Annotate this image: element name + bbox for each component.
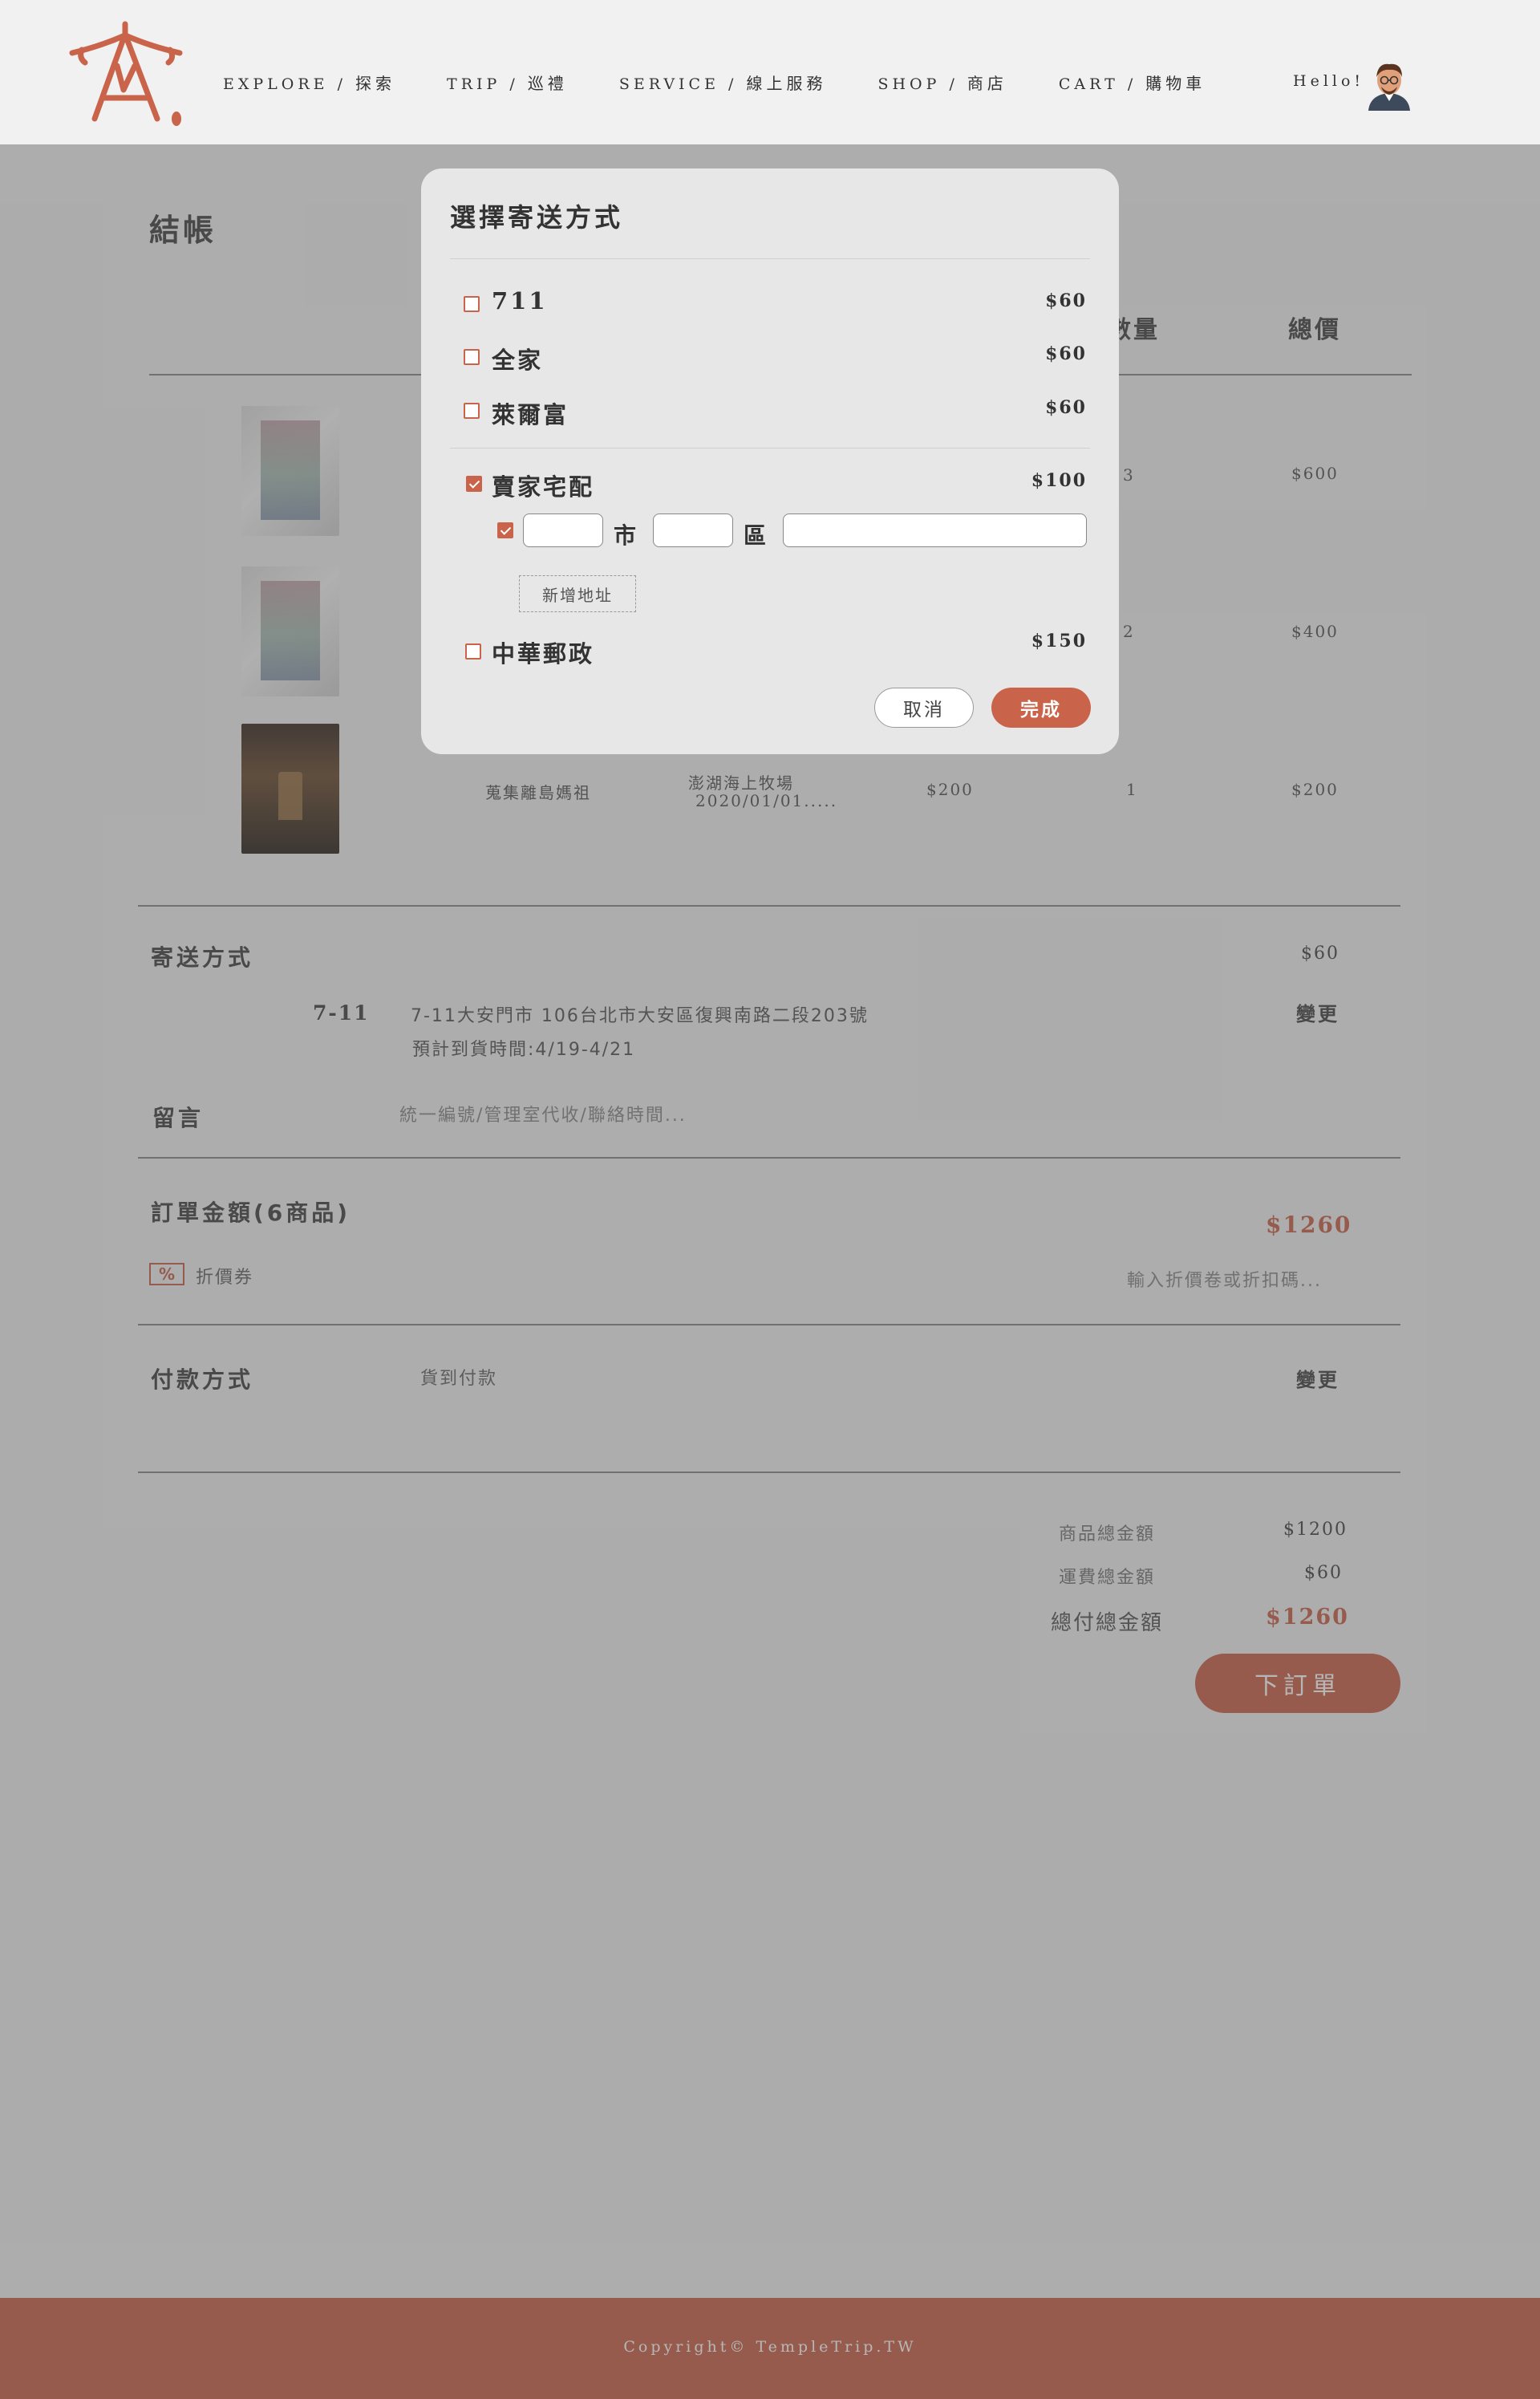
option-seller-delivery-price: $100: [1031, 470, 1087, 491]
main-nav: EXPLORE / 探索 TRIP / 巡禮 SERVICE / 線上服務 SH…: [223, 71, 1257, 94]
site-header: EXPLORE / 探索 TRIP / 巡禮 SERVICE / 線上服務 SH…: [0, 0, 1540, 144]
nav-trip[interactable]: TRIP / 巡禮: [447, 71, 568, 94]
nav-explore[interactable]: EXPLORE / 探索: [223, 71, 395, 94]
address-checkbox[interactable]: [497, 522, 513, 538]
option-post-price: $150: [1031, 631, 1087, 652]
nav-service[interactable]: SERVICE / 線上服務: [619, 71, 827, 94]
add-address-button[interactable]: 新增地址: [519, 575, 636, 612]
district-input[interactable]: [653, 513, 733, 547]
cancel-button[interactable]: 取消: [874, 688, 974, 728]
greeting: Hello!: [1293, 72, 1365, 90]
shipping-method-modal: 選擇寄送方式 711 $60 全家 $60 萊爾富 $60 賣家宅配 $100 …: [421, 168, 1119, 754]
option-familymart-checkbox[interactable]: [464, 349, 480, 365]
nav-cart[interactable]: CART / 購物車: [1059, 71, 1206, 94]
option-hilife-price: $60: [1045, 397, 1087, 418]
done-button[interactable]: 完成: [991, 688, 1091, 728]
city-input[interactable]: [523, 513, 603, 547]
nav-shop[interactable]: SHOP / 商店: [877, 71, 1007, 94]
district-unit-label: 區: [744, 522, 767, 549]
option-711-checkbox[interactable]: [464, 296, 480, 312]
option-post-checkbox[interactable]: [465, 643, 481, 660]
divider: [450, 258, 1090, 259]
street-address-input[interactable]: [783, 513, 1087, 547]
divider: [450, 448, 1090, 449]
option-711-price: $60: [1045, 290, 1087, 311]
option-familymart-price: $60: [1045, 343, 1087, 364]
city-unit-label: 市: [614, 522, 637, 549]
modal-title: 選擇寄送方式: [450, 202, 624, 233]
temple-logo-icon[interactable]: [67, 18, 188, 130]
option-familymart-label: 全家: [492, 347, 544, 374]
option-hilife-label: 萊爾富: [492, 401, 569, 428]
option-post-label: 中華郵政: [492, 640, 595, 668]
option-seller-delivery-label: 賣家宅配: [492, 473, 595, 501]
option-seller-delivery-checkbox[interactable]: [466, 476, 482, 492]
option-hilife-checkbox[interactable]: [464, 403, 480, 419]
avatar-icon[interactable]: [1364, 58, 1415, 111]
option-711-label: 711: [492, 287, 548, 315]
